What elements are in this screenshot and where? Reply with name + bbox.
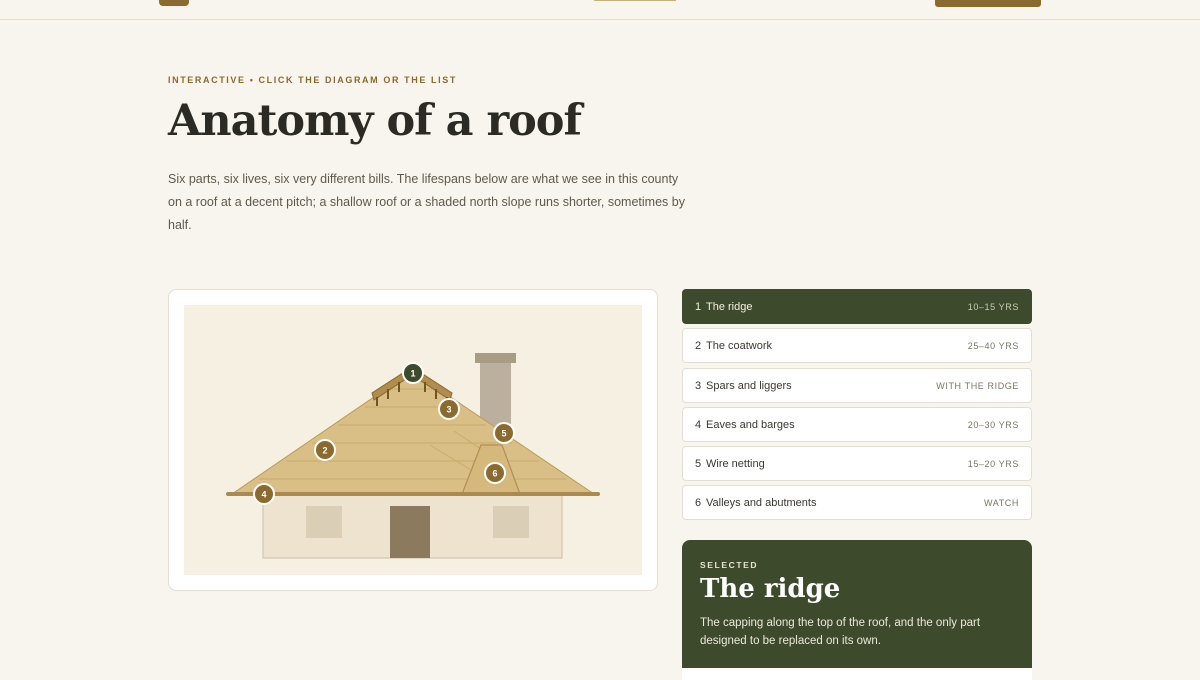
part-lifespan: 25–40 YRS bbox=[967, 341, 1019, 352]
part-item-ridge[interactable]: 1 The ridge 10–15 YRS bbox=[682, 289, 1032, 324]
part-item-eaves-barges[interactable]: 4 Eaves and barges 20–30 YRS bbox=[682, 406, 1032, 442]
marker-3-label: 3 bbox=[446, 405, 451, 415]
part-name: Valleys and abutments bbox=[706, 497, 817, 510]
part-lifespan: 15–20 YRS bbox=[967, 459, 1019, 470]
selected-eyebrow: SELECTED bbox=[700, 560, 759, 570]
part-number: 3 bbox=[695, 379, 702, 392]
part-lifespan: 10–15 YRS bbox=[967, 302, 1019, 312]
part-number: 6 bbox=[695, 497, 702, 510]
part-name: The ridge bbox=[706, 301, 753, 313]
marker-4[interactable]: 4 bbox=[253, 483, 275, 505]
marker-1-label: 1 bbox=[410, 369, 415, 379]
part-name: Eaves and barges bbox=[706, 418, 795, 431]
page-intro: Six parts, six lives, six very different… bbox=[168, 172, 685, 232]
marker-3[interactable]: 3 bbox=[438, 398, 460, 420]
front-door bbox=[390, 506, 430, 558]
marker-6-label: 6 bbox=[492, 469, 497, 479]
roof-parts-list: 1 The ridge 10–15 YRS 2 The coatwork 25–… bbox=[682, 289, 1032, 525]
marker-5[interactable]: 5 bbox=[493, 422, 515, 444]
window-right bbox=[493, 506, 529, 538]
selected-card-footer bbox=[682, 668, 1032, 680]
marker-4-label: 4 bbox=[261, 490, 266, 500]
marker-6[interactable]: 6 bbox=[484, 462, 506, 484]
part-item-spars-liggers[interactable]: 3 Spars and liggers WITH THE RIDGE bbox=[682, 367, 1032, 403]
marker-2-label: 2 bbox=[322, 446, 327, 456]
part-name: The coatwork bbox=[706, 340, 773, 353]
part-lifespan: 20–30 YRS bbox=[967, 419, 1019, 430]
window-left bbox=[306, 506, 342, 538]
part-name: Spars and liggers bbox=[706, 379, 792, 392]
site-header bbox=[0, 0, 1200, 20]
part-lifespan: WATCH bbox=[984, 498, 1019, 509]
selected-part-card: SELECTED The ridge The capping along the… bbox=[682, 540, 1032, 680]
part-number: 4 bbox=[695, 418, 702, 431]
selected-description: The capping along the top of the roof, a… bbox=[700, 617, 981, 647]
brand-logo[interactable] bbox=[159, 0, 189, 6]
page-eyebrow: INTERACTIVE • CLICK THE DIAGRAM OR THE L… bbox=[168, 75, 457, 85]
nav-active-indicator bbox=[594, 0, 676, 1]
part-item-coatwork[interactable]: 2 The coatwork 25–40 YRS bbox=[682, 328, 1032, 364]
header-cta-button[interactable] bbox=[935, 0, 1041, 7]
part-number: 2 bbox=[695, 340, 702, 353]
roof-diagram[interactable]: 1 2 3 4 5 6 bbox=[184, 305, 642, 575]
part-item-wire-netting[interactable]: 5 Wire netting 15–20 YRS bbox=[682, 446, 1032, 482]
chimney-cap bbox=[475, 353, 516, 363]
part-name: Wire netting bbox=[706, 458, 765, 471]
part-number: 1 bbox=[695, 301, 702, 313]
marker-5-label: 5 bbox=[501, 429, 506, 439]
part-lifespan: WITH THE RIDGE bbox=[936, 380, 1019, 391]
roof-diagram-card: 1 2 3 4 5 6 bbox=[168, 289, 658, 591]
selected-title: The ridge bbox=[700, 574, 841, 604]
part-item-valleys-abutments[interactable]: 6 Valleys and abutments WATCH bbox=[682, 485, 1032, 521]
page-title: Anatomy of a roof bbox=[168, 96, 582, 146]
marker-2[interactable]: 2 bbox=[314, 439, 336, 461]
marker-1[interactable]: 1 bbox=[402, 362, 424, 384]
part-number: 5 bbox=[695, 458, 702, 471]
